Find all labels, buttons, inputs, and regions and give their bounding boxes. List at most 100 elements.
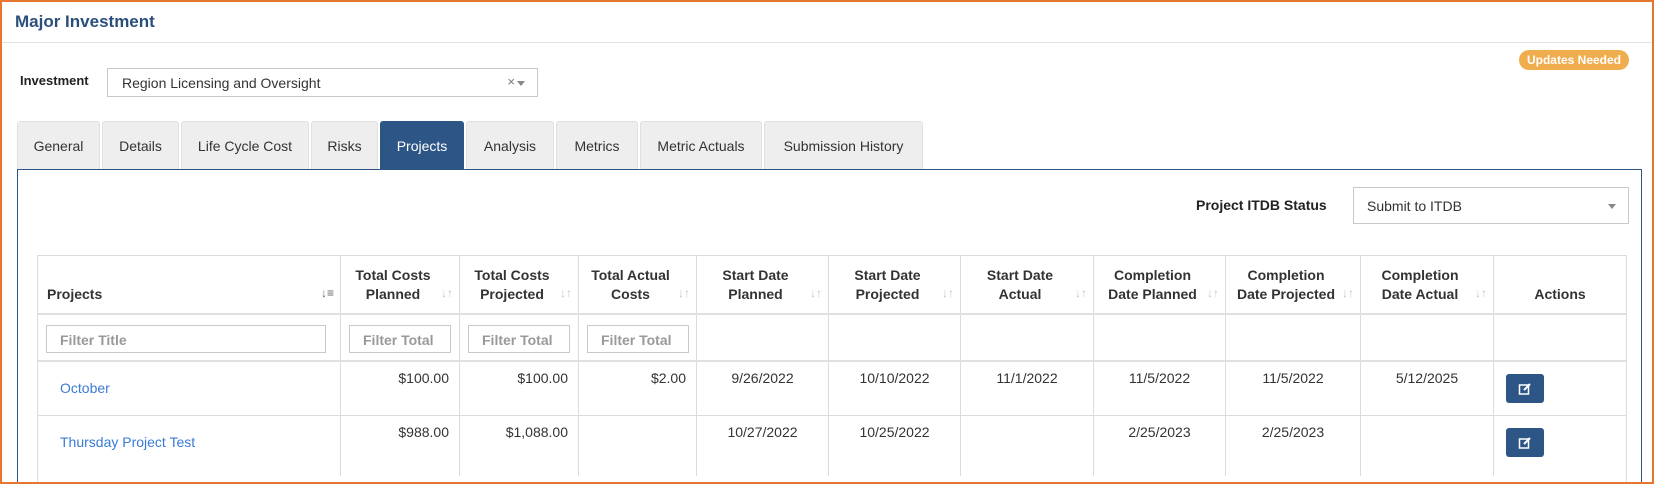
table-cell: 11/1/2022 [961,362,1094,415]
table-cell [1361,416,1494,476]
cell-value: 9/26/2022 [731,370,794,386]
table-cell: $100.00 [460,362,579,415]
table-cell: 10/10/2022 [829,362,961,415]
tab-details[interactable]: Details [102,121,179,169]
tab-submission-history[interactable]: Submission History [764,121,923,169]
clear-icon[interactable]: × [507,74,515,89]
filter-cell [829,315,961,361]
filter-total-planned-input[interactable]: Filter Total [349,325,451,353]
column-header-label: Actions [1534,286,1586,302]
column-header-actions: Actions [1494,256,1626,314]
column-header-total-costs-planned[interactable]: Total Costs Planned ↓↑ [341,256,460,314]
column-header-line1: Total Costs [355,267,431,283]
cell-value: $2.00 [650,370,686,386]
filter-cell [1094,315,1226,361]
sort-icon[interactable]: ↓↑ [1075,286,1087,300]
table-cell: 11/5/2022 [1094,362,1226,415]
column-header-start-date-actual[interactable]: Start Date Actual ↓↑ [961,256,1094,314]
column-header-line2: Projected [855,286,920,302]
tab-life-cycle-cost[interactable]: Life Cycle Cost [181,121,309,169]
column-header-line1: Completion [1247,267,1325,283]
sort-icon[interactable]: ↓↑ [810,286,822,300]
cell-value: $1,088.00 [505,424,568,440]
filter-cell [961,315,1094,361]
table-cell: 9/26/2022 [697,362,829,415]
page-title: Major Investment [15,12,155,31]
table-cell [1494,416,1626,476]
cell-value: 11/1/2022 [996,370,1058,386]
column-header-line2: Date Projected [1236,286,1336,302]
cell-value: $988.00 [398,424,449,440]
sort-icon[interactable]: ↓↑ [1475,286,1487,300]
edit-icon [1518,382,1531,395]
column-header-line2: Projected [480,286,544,302]
table-row: Thursday Project Test [38,416,341,476]
table-cell: $1,088.00 [460,416,579,476]
filter-cell: Filter Total [460,315,579,361]
tab-metric-actuals[interactable]: Metric Actuals [640,121,762,169]
itdb-status-select[interactable]: Submit to ITDB [1353,187,1629,224]
column-header-total-actual-costs[interactable]: Total Actual Costs ↓↑ [579,256,697,314]
column-header-line1: Start Date [854,267,921,283]
cell-value: 10/25/2022 [859,424,930,440]
filter-title-input[interactable]: Filter Title [46,325,326,353]
column-header-line2: Costs [611,286,650,302]
tab-projects[interactable]: Projects [380,121,464,169]
filter-total-projected-input[interactable]: Filter Total [468,325,570,353]
column-header-line1: Total Costs [474,267,550,283]
app-frame: Major Investment Updates Needed Investme… [0,0,1654,484]
table-cell: $2.00 [579,362,697,415]
cell-value: $100.00 [517,370,568,386]
table-cell: 10/27/2022 [697,416,829,476]
column-header-total-costs-projected[interactable]: Total Costs Projected ↓↑ [460,256,579,314]
column-header-line1: Completion [1114,267,1191,283]
filter-cell [1361,315,1494,361]
column-header-completion-date-actual[interactable]: Completion Date Actual ↓↑ [1361,256,1494,314]
filter-cell: Filter Total [341,315,460,361]
chevron-down-icon [517,81,525,86]
column-header-projects[interactable]: Projects ↓≡ [38,256,341,314]
investment-label: Investment [20,73,89,88]
filter-cell: Filter Total [579,315,697,361]
tab-risks[interactable]: Risks [311,121,378,169]
tab-general[interactable]: General [17,121,100,169]
sort-icon[interactable]: ↓↑ [441,286,453,300]
cell-value: 10/10/2022 [859,370,930,386]
edit-button[interactable] [1506,374,1544,403]
column-header-line2: Planned [365,286,421,302]
table-cell [961,416,1094,476]
sort-icon[interactable]: ↓↑ [560,286,572,300]
column-header-start-date-planned[interactable]: Start Date Planned ↓↑ [697,256,829,314]
investment-select-value: Region Licensing and Oversight [122,75,321,91]
column-header-line2: Planned [728,286,783,302]
table-cell: 5/12/2025 [1361,362,1494,415]
filter-cell [697,315,829,361]
column-header-line1: Start Date [986,267,1054,283]
itdb-status-label: Project ITDB Status [1196,197,1327,213]
project-link[interactable]: Thursday Project Test [60,434,195,450]
table-cell: 2/25/2023 [1094,416,1226,476]
filter-cell: Filter Title [38,315,341,361]
filter-total-actual-input[interactable]: Filter Total [587,325,689,353]
tab-metrics[interactable]: Metrics [556,121,638,169]
sort-icon[interactable]: ↓↑ [1207,286,1219,300]
column-header-line1: Completion [1381,267,1459,283]
table-row: October [38,362,341,415]
sort-icon[interactable]: ↓↑ [1342,286,1354,300]
cell-value: 10/27/2022 [727,424,798,440]
table-cell: $988.00 [341,416,460,476]
column-header-completion-date-planned[interactable]: Completion Date Planned ↓↑ [1094,256,1226,314]
table-cell: 2/25/2023 [1226,416,1361,476]
sort-alpha-icon[interactable]: ↓≡ [321,286,334,300]
sort-icon[interactable]: ↓↑ [942,286,954,300]
edit-button[interactable] [1506,428,1544,457]
tab-analysis[interactable]: Analysis [466,121,554,169]
cell-value: 11/5/2022 [1128,370,1191,386]
sort-icon[interactable]: ↓↑ [678,286,690,300]
column-header-start-date-projected[interactable]: Start Date Projected ↓↑ [829,256,961,314]
column-header-completion-date-projected[interactable]: Completion Date Projected ↓↑ [1226,256,1361,314]
project-link[interactable]: October [60,380,110,396]
projects-table: Projects ↓≡ Total Costs Planned ↓↑ Total … [37,255,1627,482]
column-header-line2: Date Planned [1108,286,1197,302]
investment-select[interactable]: Region Licensing and Oversight × [107,68,538,97]
